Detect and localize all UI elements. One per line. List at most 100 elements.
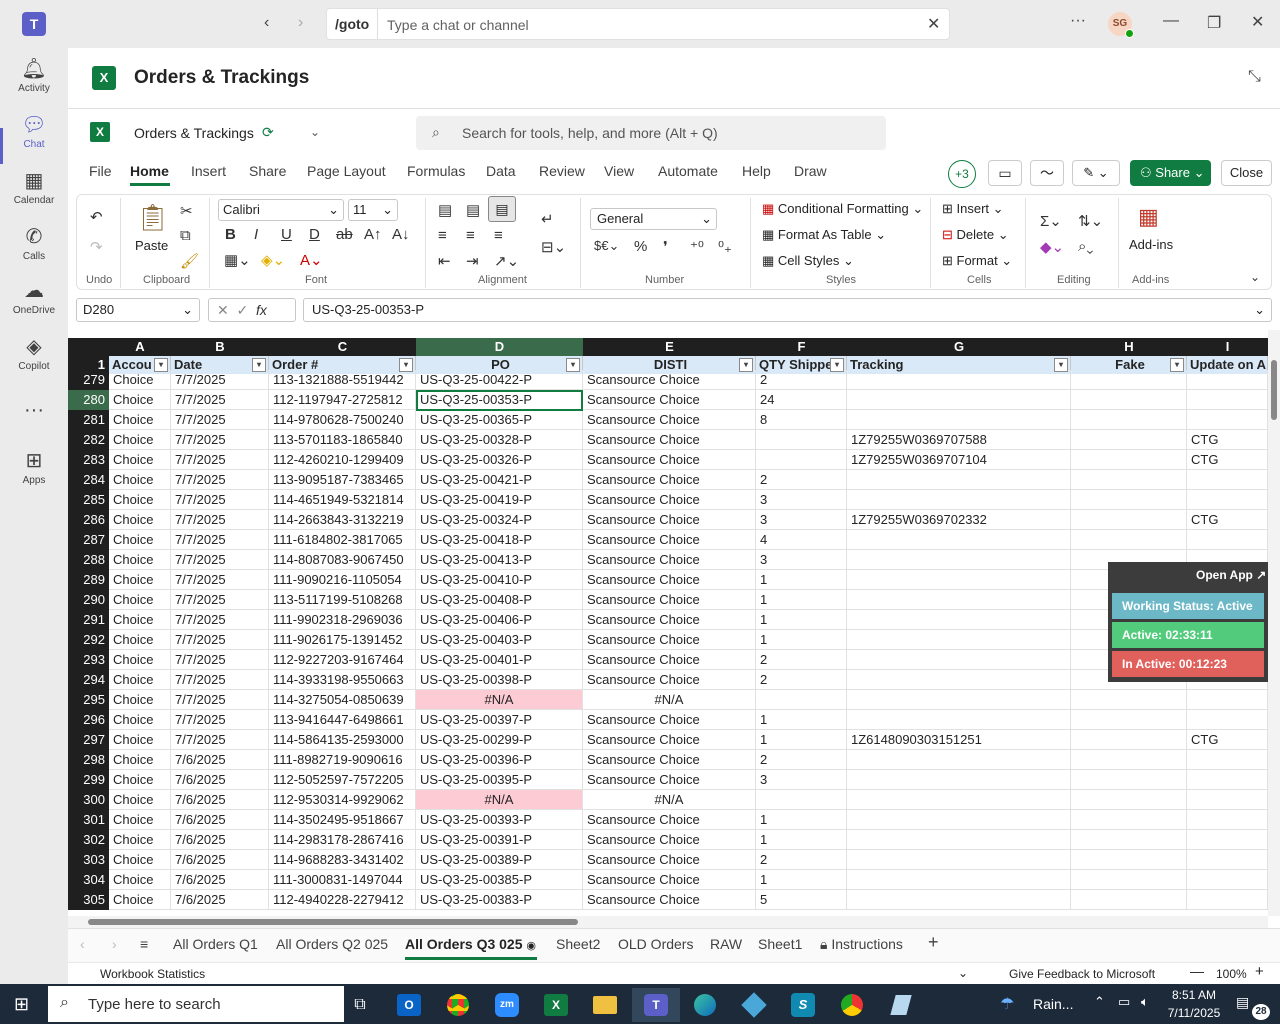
row-header[interactable]: 299: [68, 770, 109, 790]
table-cell[interactable]: Scansource Choice: [583, 830, 756, 850]
table-cell[interactable]: [1071, 750, 1187, 770]
column-header-a[interactable]: A: [109, 338, 171, 356]
table-cell[interactable]: Choice: [109, 670, 171, 690]
rail-item-apps[interactable]: ⊞ Apps: [0, 440, 68, 496]
table-cell[interactable]: Choice: [109, 810, 171, 830]
taskbar-search[interactable]: ⌕ Type here to search: [48, 986, 344, 1022]
file-explorer-icon[interactable]: [587, 988, 623, 1022]
doc-name[interactable]: Orders & Trackings: [134, 125, 254, 141]
table-cell[interactable]: US-Q3-25-00408-P: [416, 590, 583, 610]
row-header[interactable]: 289: [68, 570, 109, 590]
table-cell[interactable]: [1187, 370, 1268, 390]
table-cell[interactable]: [1071, 810, 1187, 830]
table-cell[interactable]: CTG: [1187, 450, 1268, 470]
table-cell[interactable]: 7/7/2025: [171, 410, 269, 430]
table-cell[interactable]: 2: [756, 670, 847, 690]
column-header-h[interactable]: H: [1071, 338, 1187, 356]
table-cell[interactable]: [1187, 870, 1268, 890]
table-cell[interactable]: [1187, 850, 1268, 870]
table-cell[interactable]: [1187, 890, 1268, 910]
cancel-icon[interactable]: ✕: [217, 302, 229, 318]
table-cell[interactable]: Scansource Choice: [583, 890, 756, 910]
collapse-icon[interactable]: ⤡: [1248, 68, 1261, 86]
table-cell[interactable]: Choice: [109, 450, 171, 470]
chevron-down-icon[interactable]: ⌄: [958, 966, 968, 980]
app-diamond-icon[interactable]: [736, 988, 772, 1022]
table-cell[interactable]: 7/7/2025: [171, 650, 269, 670]
table-cell[interactable]: #N/A: [583, 690, 756, 710]
weather-icon[interactable]: ☂: [1000, 994, 1014, 1014]
table-cell[interactable]: Choice: [109, 830, 171, 850]
table-cell[interactable]: 112-9227203-9167464: [269, 650, 416, 670]
align-bottom-icon[interactable]: ▤: [488, 196, 516, 222]
table-cell[interactable]: 1: [756, 870, 847, 890]
undo-icon[interactable]: ↶: [90, 208, 103, 226]
table-cell[interactable]: 7/7/2025: [171, 630, 269, 650]
notification-icon[interactable]: ▤: [1236, 994, 1249, 1011]
tab-share[interactable]: Share: [249, 163, 286, 179]
tab-data[interactable]: Data: [486, 163, 516, 179]
wrap-text-icon[interactable]: ↵: [541, 210, 554, 228]
table-cell[interactable]: 7/7/2025: [171, 470, 269, 490]
column-header-d[interactable]: D: [416, 338, 583, 356]
row-header[interactable]: 293: [68, 650, 109, 670]
format-as-table-button[interactable]: ▦ Format As Table ⌄: [762, 227, 886, 243]
teams-search-box[interactable]: /goto Type a chat or channel ✕: [326, 8, 950, 40]
row-header[interactable]: 302: [68, 830, 109, 850]
table-cell[interactable]: Choice: [109, 570, 171, 590]
table-cell[interactable]: Choice: [109, 590, 171, 610]
table-cell[interactable]: [1187, 710, 1268, 730]
row-header[interactable]: 291: [68, 610, 109, 630]
sheet-tab-q1[interactable]: All Orders Q1: [173, 936, 258, 952]
table-cell[interactable]: 112-4940228-2279412: [269, 890, 416, 910]
table-cell[interactable]: [756, 790, 847, 810]
rail-item-chat[interactable]: 💬︎ Chat: [0, 104, 68, 160]
table-cell[interactable]: Scansource Choice: [583, 610, 756, 630]
prev-sheet-icon[interactable]: ‹: [80, 936, 85, 952]
table-cell[interactable]: Choice: [109, 750, 171, 770]
rail-item-calendar[interactable]: ▦ Calendar: [0, 160, 68, 216]
table-cell[interactable]: 2: [756, 650, 847, 670]
row-header[interactable]: 295: [68, 690, 109, 710]
table-cell[interactable]: US-Q3-25-00324-P: [416, 510, 583, 530]
decrease-decimal-icon[interactable]: ⁰₊: [718, 238, 732, 256]
open-app-button[interactable]: Open App ↗: [1196, 568, 1266, 582]
table-cell[interactable]: Choice: [109, 410, 171, 430]
table-cell[interactable]: 114-2983178-2867416: [269, 830, 416, 850]
row-header[interactable]: 284: [68, 470, 109, 490]
table-cell[interactable]: 4: [756, 530, 847, 550]
table-cell[interactable]: Choice: [109, 490, 171, 510]
font-name-select[interactable]: Calibri ⌄: [218, 199, 344, 221]
table-cell[interactable]: 7/7/2025: [171, 710, 269, 730]
table-cell[interactable]: 7/7/2025: [171, 570, 269, 590]
table-cell[interactable]: Scansource Choice: [583, 670, 756, 690]
table-cell[interactable]: #N/A: [416, 790, 583, 810]
table-cell[interactable]: [1187, 490, 1268, 510]
table-cell[interactable]: Choice: [109, 370, 171, 390]
table-cell[interactable]: Scansource Choice: [583, 630, 756, 650]
table-cell[interactable]: 112-5052597-7572205: [269, 770, 416, 790]
activity-icon[interactable]: 〜: [1030, 160, 1064, 186]
table-cell[interactable]: 113-1321888-5519442: [269, 370, 416, 390]
share-button[interactable]: ⚇ Share ⌄: [1130, 160, 1211, 186]
fill-color-icon[interactable]: ◈⌄: [261, 251, 285, 269]
table-cell[interactable]: [847, 630, 1071, 650]
row-header[interactable]: 300: [68, 790, 109, 810]
strikethrough-icon[interactable]: ab: [336, 226, 353, 243]
table-cell[interactable]: Scansource Choice: [583, 770, 756, 790]
weather-text[interactable]: Rain...: [1033, 996, 1073, 1012]
table-cell[interactable]: [1071, 390, 1187, 410]
table-cell[interactable]: [847, 370, 1071, 390]
orientation-icon[interactable]: ↗⌄: [494, 252, 519, 270]
restore-icon[interactable]: ❐: [1207, 13, 1221, 33]
table-cell[interactable]: 1: [756, 570, 847, 590]
table-cell[interactable]: 3: [756, 550, 847, 570]
table-cell[interactable]: 113-5117199-5108268: [269, 590, 416, 610]
double-underline-icon[interactable]: D: [309, 226, 320, 243]
row-header[interactable]: 283: [68, 450, 109, 470]
table-cell[interactable]: 3: [756, 490, 847, 510]
sheet-tab-q3[interactable]: All Orders Q3 025 ◉: [405, 936, 536, 952]
increase-font-icon[interactable]: A↑: [364, 226, 382, 243]
currency-icon[interactable]: $€⌄: [594, 238, 619, 254]
row-header[interactable]: 292: [68, 630, 109, 650]
